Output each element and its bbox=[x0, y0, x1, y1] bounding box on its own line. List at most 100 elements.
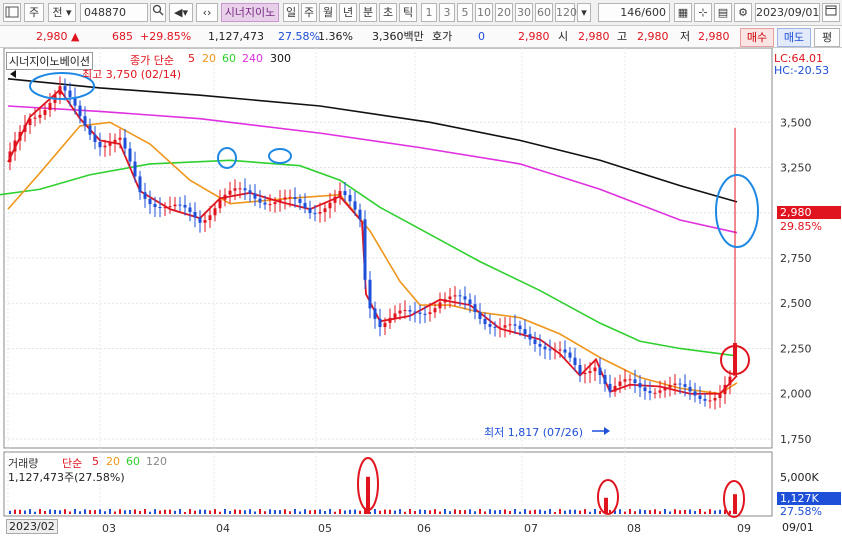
interval-20[interactable]: 20 bbox=[495, 3, 513, 22]
prev-label: 전 bbox=[52, 6, 63, 19]
time-tick-label: 09 bbox=[737, 522, 751, 535]
interval-60[interactable]: 60 bbox=[535, 3, 553, 22]
volume-bar bbox=[234, 509, 236, 514]
interval-dropdown[interactable]: ▾ bbox=[577, 3, 591, 22]
candle-count-total: /600 bbox=[641, 6, 666, 19]
low-price: 2,980 bbox=[698, 30, 730, 43]
volume-axis-top: 5,000K bbox=[780, 471, 819, 484]
tab-month[interactable]: 월 bbox=[319, 3, 337, 22]
date-field[interactable]: 2023/09/01 bbox=[755, 3, 820, 22]
volume-bar bbox=[279, 510, 281, 514]
volume-bar bbox=[49, 509, 51, 514]
volume-bar bbox=[74, 509, 76, 514]
volume-bar bbox=[684, 509, 686, 514]
toolbar: 주 전 ▾ 048870 ◀▾ ‹› 시너지이노 일 주 월 년 분 초 틱 1… bbox=[0, 0, 842, 26]
candle-body bbox=[573, 357, 577, 366]
volume-bar bbox=[194, 510, 196, 514]
volume-bar bbox=[159, 510, 161, 514]
volume-bar bbox=[224, 509, 226, 514]
volume-bar bbox=[169, 509, 171, 514]
volume-bar bbox=[479, 509, 481, 514]
volume-bar bbox=[304, 509, 306, 514]
candle-body bbox=[698, 395, 702, 399]
volume-bar bbox=[384, 509, 386, 514]
chart-menu-icon[interactable] bbox=[3, 3, 21, 22]
tab-tick[interactable]: 틱 bbox=[399, 3, 417, 22]
candle-body bbox=[178, 204, 182, 206]
candle-body bbox=[48, 102, 52, 110]
candle-count-field[interactable]: 146/600 bbox=[598, 3, 670, 22]
candle-body bbox=[453, 295, 457, 297]
company-name[interactable]: 시너지이노 bbox=[221, 3, 279, 22]
volume-bar bbox=[219, 511, 221, 514]
candle-body bbox=[118, 137, 122, 140]
candle-body bbox=[268, 204, 272, 206]
arrows-icon[interactable]: ‹› bbox=[196, 3, 218, 22]
candle-body bbox=[63, 86, 67, 91]
candle-body bbox=[533, 339, 537, 344]
candle-body bbox=[323, 208, 327, 213]
period-select[interactable]: 주 bbox=[24, 3, 44, 22]
candle-body bbox=[23, 124, 27, 132]
volume-bar bbox=[174, 510, 176, 514]
price-tick-label: 3,250 bbox=[780, 162, 812, 175]
eval-button[interactable]: 평 bbox=[814, 28, 840, 47]
candle-body bbox=[558, 349, 562, 351]
volume-bar bbox=[214, 509, 216, 514]
candle-body bbox=[68, 90, 72, 97]
candle-body bbox=[483, 319, 487, 325]
volume-bar bbox=[549, 509, 551, 514]
grid-icon[interactable]: ▦ bbox=[674, 3, 692, 22]
candle-body bbox=[523, 329, 527, 335]
candle-body bbox=[58, 86, 62, 95]
interval-5[interactable]: 5 bbox=[457, 3, 473, 22]
volume-bar bbox=[54, 509, 56, 514]
tab-minute[interactable]: 분 bbox=[359, 3, 377, 22]
interval-1[interactable]: 1 bbox=[421, 3, 437, 22]
volume-bar bbox=[409, 509, 411, 514]
layout-icon[interactable]: ▤ bbox=[714, 3, 732, 22]
interval-30[interactable]: 30 bbox=[515, 3, 533, 22]
tab-day[interactable]: 일 bbox=[283, 3, 299, 22]
chevron-down-icon: ▾ bbox=[66, 6, 72, 19]
candle-body bbox=[223, 194, 227, 200]
candle-body bbox=[428, 312, 432, 315]
search-icon[interactable] bbox=[150, 3, 166, 22]
candle-body bbox=[158, 207, 162, 209]
tab-week[interactable]: 주 bbox=[301, 3, 317, 22]
candle-body bbox=[513, 324, 517, 326]
interval-3[interactable]: 3 bbox=[439, 3, 455, 22]
volume-bar bbox=[404, 511, 406, 514]
tab-second[interactable]: 초 bbox=[379, 3, 397, 22]
hoga-label: 호가 bbox=[432, 30, 453, 43]
volume-bar bbox=[199, 509, 201, 514]
candle-body bbox=[28, 118, 32, 125]
volume-bar bbox=[374, 509, 376, 514]
candle-body bbox=[103, 145, 107, 148]
interval-10[interactable]: 10 bbox=[475, 3, 493, 22]
candle-body bbox=[278, 199, 282, 203]
crosshair-icon[interactable]: ⊹ bbox=[694, 3, 712, 22]
tab-year[interactable]: 년 bbox=[339, 3, 357, 22]
volume-bar bbox=[349, 509, 351, 514]
interval-120[interactable]: 120 bbox=[555, 3, 577, 22]
sell-button[interactable]: 매도 bbox=[777, 28, 811, 47]
candle-body bbox=[478, 312, 482, 320]
volume-value: 1,127,473 bbox=[208, 30, 264, 43]
calendar-icon[interactable] bbox=[822, 3, 840, 22]
stock-code-input[interactable]: 048870 bbox=[80, 3, 148, 22]
buy-button[interactable]: 매수 bbox=[740, 28, 774, 47]
speaker-icon[interactable]: ◀▾ bbox=[169, 3, 193, 22]
volume-bar bbox=[544, 510, 546, 514]
candle-body bbox=[543, 346, 547, 350]
candle-body bbox=[123, 137, 127, 149]
volume-bar bbox=[689, 509, 691, 514]
candle-body bbox=[538, 343, 542, 347]
current-price: 2,980 bbox=[36, 30, 68, 43]
price-tick-label: 3,500 bbox=[780, 116, 812, 129]
candle-body bbox=[438, 302, 442, 309]
prev-button[interactable]: 전 ▾ bbox=[48, 3, 76, 22]
price-change: 685 bbox=[112, 30, 133, 43]
volume-bar bbox=[594, 509, 596, 514]
gear-icon[interactable]: ⚙ bbox=[734, 3, 752, 22]
